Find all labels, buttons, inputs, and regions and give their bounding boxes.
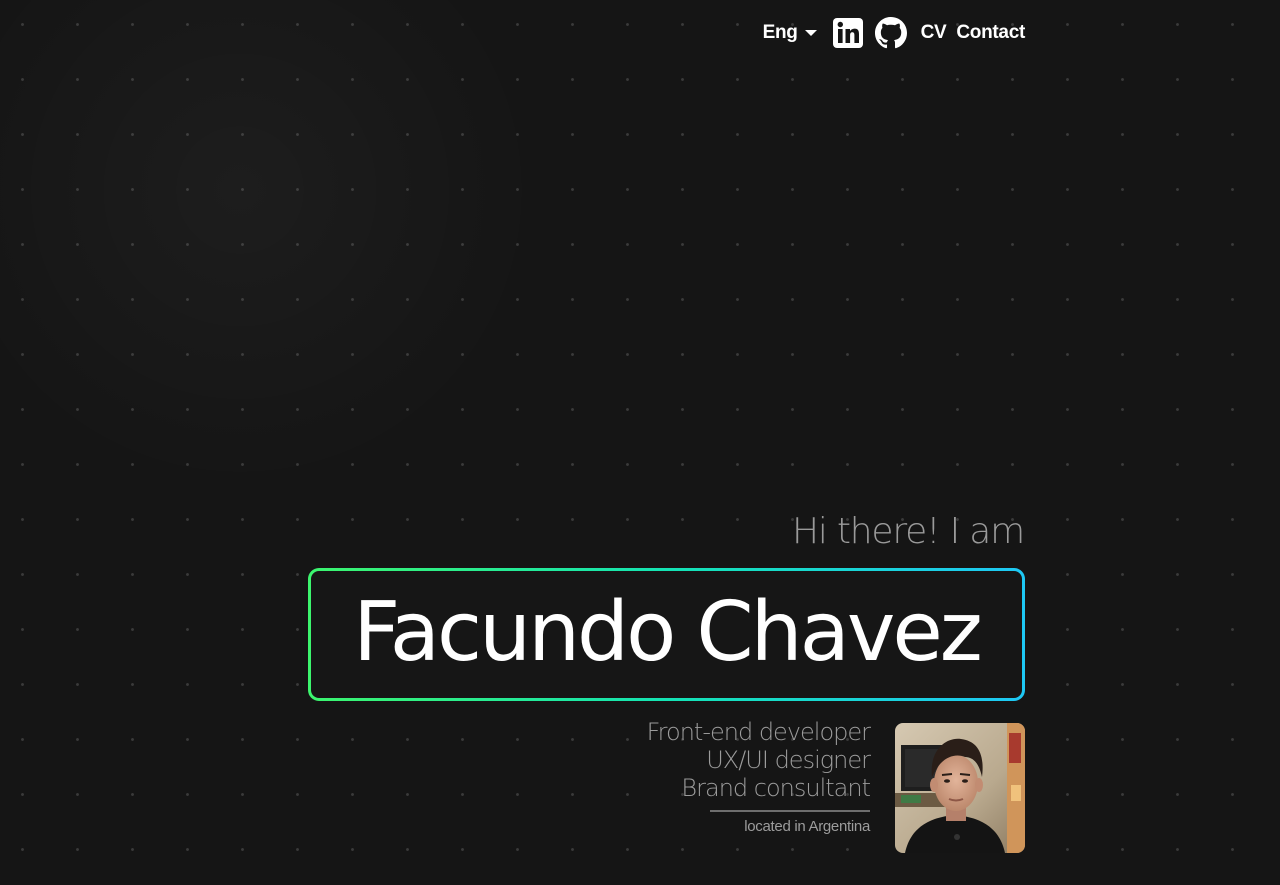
page-title: Facundo Chavez bbox=[353, 584, 983, 680]
role-item: UX/UI designer bbox=[706, 746, 871, 774]
linkedin-link[interactable] bbox=[832, 18, 863, 48]
roles-divider bbox=[710, 810, 870, 812]
location-text: located in Argentina bbox=[744, 818, 870, 835]
caret-down-icon bbox=[804, 30, 817, 36]
language-label: Eng bbox=[762, 22, 798, 43]
top-nav: Eng CV Contact bbox=[763, 16, 1025, 50]
roles-block: Front-end developer UX/UI designer Brand… bbox=[646, 718, 871, 835]
cv-link[interactable]: CV bbox=[921, 22, 947, 44]
name-frame: Facundo Chavez bbox=[308, 568, 1025, 701]
profile-photo bbox=[895, 723, 1025, 853]
linkedin-icon bbox=[832, 18, 863, 48]
github-link[interactable] bbox=[874, 17, 907, 49]
name-frame-inner: Facundo Chavez bbox=[311, 571, 1022, 698]
avatar bbox=[895, 723, 1025, 853]
language-selector[interactable]: Eng bbox=[763, 22, 817, 44]
role-item: Brand consultant bbox=[681, 774, 871, 802]
role-item: Front-end developer bbox=[646, 718, 871, 746]
github-icon bbox=[874, 17, 907, 49]
greeting-text: Hi there! I am bbox=[791, 511, 1025, 552]
contact-link[interactable]: Contact bbox=[956, 22, 1025, 44]
